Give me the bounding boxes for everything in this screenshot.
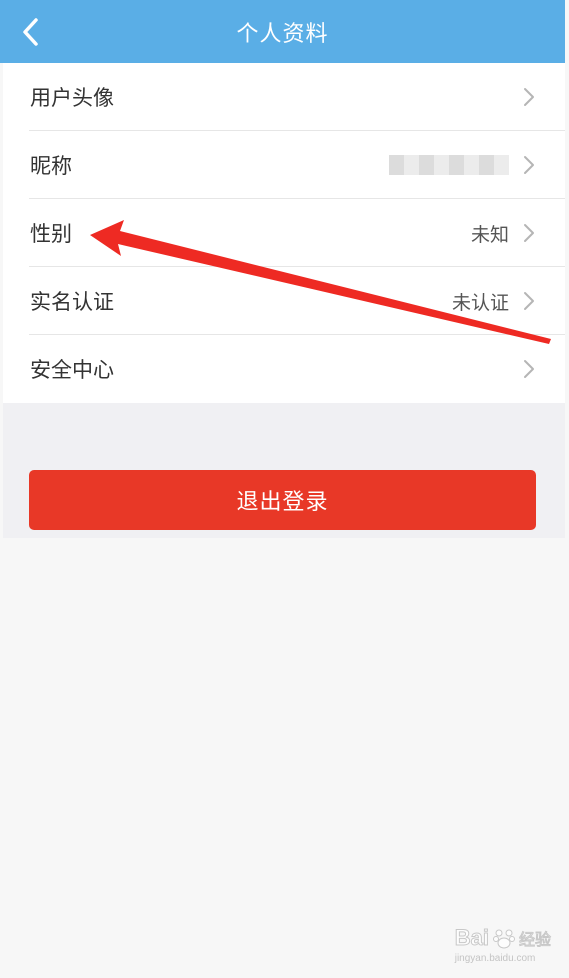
top-nav-bar: 个人资料: [0, 0, 565, 63]
logout-button[interactable]: 退出登录: [29, 470, 536, 530]
profile-list: 用户头像 昵称 性别 未知 实名认证 未认证 安全中心: [3, 63, 565, 403]
row-label: 昵称: [30, 154, 72, 178]
row-label: 用户头像: [30, 86, 114, 110]
chevron-right-icon: [523, 359, 535, 379]
chevron-left-icon: [23, 18, 38, 46]
row-label: 性别: [30, 222, 72, 246]
chevron-right-icon: [523, 155, 535, 175]
row-value: 未知: [470, 223, 509, 246]
back-button[interactable]: [8, 8, 52, 56]
watermark-url: jingyan.baidu.com: [454, 953, 536, 964]
row-nickname[interactable]: 昵称: [3, 131, 565, 199]
row-label: 实名认证: [30, 290, 114, 314]
row-label: 安全中心: [30, 358, 114, 382]
row-value: 未认证: [451, 291, 509, 314]
chevron-right-icon: [523, 223, 535, 243]
watermark-brand: Bai: [454, 925, 489, 951]
watermark-logo: Bai 经验 jingyan.baidu.com: [454, 925, 551, 965]
page-title: 个人资料: [236, 21, 329, 47]
row-real-name-verification[interactable]: 实名认证 未认证: [3, 267, 565, 335]
row-avatar[interactable]: 用户头像: [3, 63, 565, 131]
blurred-nickname-value: [389, 155, 509, 175]
chevron-right-icon: [523, 87, 535, 107]
watermark-cn: 经验: [518, 930, 551, 950]
paw-icon: [492, 929, 515, 949]
row-security-center[interactable]: 安全中心: [3, 335, 565, 403]
chevron-right-icon: [523, 291, 535, 311]
row-gender[interactable]: 性别 未知: [3, 199, 565, 267]
